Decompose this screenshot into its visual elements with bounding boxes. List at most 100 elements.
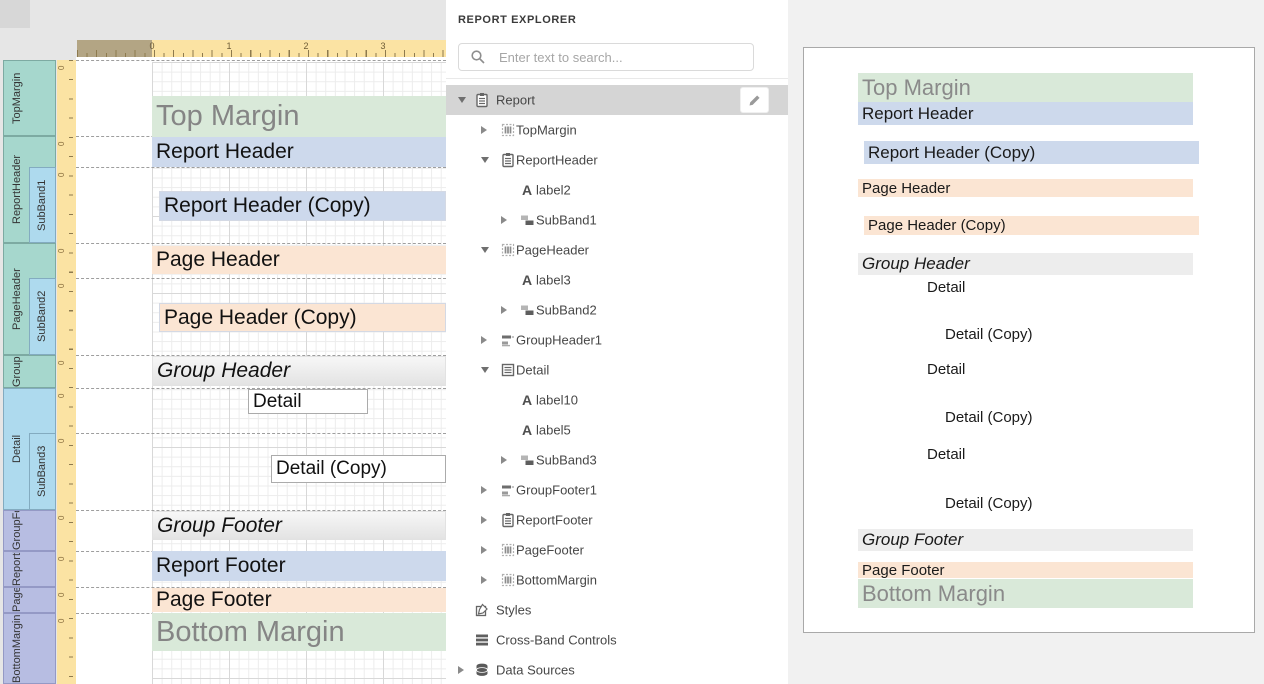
- band-caption-bottom-margin[interactable]: Bottom Margin: [152, 613, 446, 651]
- tree-item-data-sources[interactable]: Data Sources: [446, 655, 788, 684]
- tree-item-cross-band-controls[interactable]: Cross-Band Controls: [446, 625, 788, 655]
- chevron-right-icon[interactable]: [501, 456, 507, 464]
- subband-icon: [519, 212, 535, 228]
- tree-item-label: PageHeader: [516, 243, 589, 258]
- band-caption-top-margin[interactable]: Top Margin: [152, 96, 446, 137]
- preview-band-detail: Detail: [923, 361, 1043, 377]
- chevron-right-icon[interactable]: [501, 306, 507, 314]
- band-separator: [76, 433, 446, 434]
- preview-band-page-footer: Page Footer: [858, 562, 1193, 578]
- chevron-right-icon[interactable]: [481, 336, 487, 344]
- report-icon: [500, 512, 516, 528]
- ruler-zero-mark: 0: [58, 512, 66, 520]
- report-explorer-panel: REPORT EXPLORER ReportTopMarginReportHea…: [446, 0, 788, 684]
- label-icon: A: [519, 272, 535, 288]
- ruler-number: 0: [149, 41, 154, 51]
- label-icon: A: [519, 392, 535, 408]
- tree-item-report[interactable]: Report: [446, 85, 788, 115]
- chevron-right-icon[interactable]: [481, 126, 487, 134]
- preview-band-detail: Detail: [923, 446, 1043, 462]
- band-tab-label: SubBand2: [30, 279, 55, 354]
- styles-icon: [474, 602, 490, 618]
- chevron-right-icon[interactable]: [501, 216, 507, 224]
- tree-item-styles[interactable]: Styles: [446, 595, 788, 625]
- tree-item-label2[interactable]: Alabel2: [446, 175, 788, 205]
- label-icon: A: [519, 422, 535, 438]
- band-tab-bottommargin[interactable]: BottomMargin: [3, 613, 56, 684]
- band-tab-topmargin[interactable]: TopMargin: [3, 60, 56, 136]
- band-tab-label: TopMargin: [5, 61, 30, 135]
- preview-band-top-margin: Top Margin: [858, 73, 1193, 102]
- tree-item-label: Data Sources: [496, 663, 575, 678]
- band-caption-detail-copy-[interactable]: Detail (Copy): [271, 455, 446, 483]
- preview-band-page-header-copy-: Page Header (Copy): [864, 216, 1199, 235]
- tree-item-topmargin[interactable]: TopMargin: [446, 115, 788, 145]
- design-surface: 0 1 2 3 000000000000TopMarginReportHeade…: [0, 0, 446, 684]
- divider: [446, 78, 788, 79]
- band-tab-groupheader1[interactable]: GroupHeader1: [3, 355, 56, 388]
- chevron-down-icon[interactable]: [481, 247, 489, 253]
- tree-item-label5[interactable]: Alabel5: [446, 415, 788, 445]
- tree-item-detail[interactable]: Detail: [446, 355, 788, 385]
- tree-item-groupheader1[interactable]: GroupHeader1: [446, 325, 788, 355]
- tree-item-pageheader[interactable]: PageHeader: [446, 235, 788, 265]
- tree-item-reportfooter[interactable]: ReportFooter: [446, 505, 788, 535]
- tree-item-pagefooter[interactable]: PageFooter: [446, 535, 788, 565]
- tree-item-label10[interactable]: Alabel10: [446, 385, 788, 415]
- chevron-down-icon[interactable]: [458, 97, 466, 103]
- tree-item-bottommargin[interactable]: BottomMargin: [446, 565, 788, 595]
- tree-item-label3[interactable]: Alabel3: [446, 265, 788, 295]
- chevron-right-icon[interactable]: [481, 486, 487, 494]
- subband-icon: [519, 302, 535, 318]
- tree-item-label: SubBand3: [536, 453, 597, 468]
- chevron-right-icon[interactable]: [458, 666, 464, 674]
- tree-item-label: GroupHeader1: [516, 333, 602, 348]
- band-caption-detail[interactable]: Detail: [248, 389, 368, 414]
- label-icon: A: [519, 182, 535, 198]
- preview-page: Top MarginReport HeaderReport Header (Co…: [803, 47, 1255, 633]
- band-caption-page-header[interactable]: Page Header: [152, 246, 446, 274]
- chevron-right-icon[interactable]: [481, 546, 487, 554]
- tree-item-subband1[interactable]: SubBand1: [446, 205, 788, 235]
- chevron-down-icon[interactable]: [481, 367, 489, 373]
- tree-item-label: Styles: [496, 603, 531, 618]
- report-designer-app: 0 1 2 3 000000000000TopMarginReportHeade…: [0, 0, 1264, 684]
- tree-item-subband3[interactable]: SubBand3: [446, 445, 788, 475]
- tree-item-label: BottomMargin: [516, 573, 597, 588]
- chevron-right-icon[interactable]: [481, 516, 487, 524]
- search-input[interactable]: [458, 43, 754, 71]
- ruler-zero-mark: 0: [58, 435, 66, 443]
- band-caption-page-header-copy-[interactable]: Page Header (Copy): [159, 303, 446, 332]
- ruler-zero-mark: 0: [58, 62, 66, 70]
- band-tab-groupfooter1[interactable]: GroupFooter1: [3, 510, 56, 551]
- band-caption-group-footer[interactable]: Group Footer: [152, 511, 446, 540]
- tree-item-label: label5: [536, 423, 571, 438]
- band-tab-label: SubBand3: [30, 434, 55, 509]
- tree-item-groupfooter1[interactable]: GroupFooter1: [446, 475, 788, 505]
- edit-report-button[interactable]: [740, 87, 769, 113]
- margin-band-icon: [500, 572, 516, 588]
- tree-item-label: Report: [496, 93, 535, 108]
- tree-item-label: SubBand2: [536, 303, 597, 318]
- tree-item-label: Cross-Band Controls: [496, 633, 617, 648]
- tree-item-subband2[interactable]: SubBand2: [446, 295, 788, 325]
- ruler-number: 2: [303, 41, 308, 51]
- band-caption-group-header[interactable]: Group Header: [152, 356, 446, 386]
- band-tab-reportfooter[interactable]: ReportFooter: [3, 551, 56, 587]
- detail-band-icon: [500, 362, 516, 378]
- band-tab-subband3[interactable]: SubBand3: [29, 433, 56, 510]
- band-caption-report-header[interactable]: Report Header: [152, 137, 446, 167]
- band-tab-subband2[interactable]: SubBand2: [29, 278, 56, 355]
- chevron-right-icon[interactable]: [481, 576, 487, 584]
- search-icon: [470, 49, 486, 65]
- preview-band-report-header-copy-: Report Header (Copy): [864, 141, 1199, 164]
- band-tab-pagefooter[interactable]: PageFooter: [3, 587, 56, 613]
- band-caption-page-footer[interactable]: Page Footer: [152, 588, 446, 612]
- band-tab-subband1[interactable]: SubBand1: [29, 167, 56, 243]
- band-caption-report-footer[interactable]: Report Footer: [152, 551, 446, 581]
- band-caption-report-header-copy-[interactable]: Report Header (Copy): [159, 191, 446, 221]
- ruler-zero-mark: 0: [58, 615, 66, 623]
- preview-band-bottom-margin: Bottom Margin: [858, 579, 1193, 608]
- tree-item-reportheader[interactable]: ReportHeader: [446, 145, 788, 175]
- chevron-down-icon[interactable]: [481, 157, 489, 163]
